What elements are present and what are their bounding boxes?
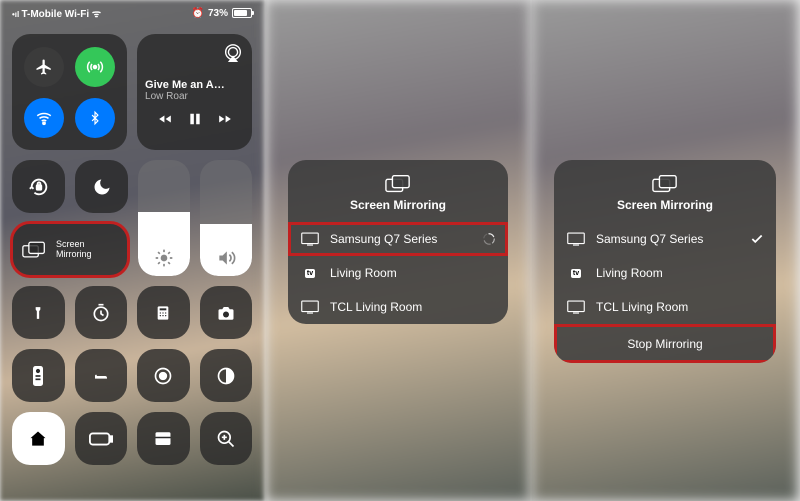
camera-icon bbox=[215, 304, 237, 322]
screen-mirroring-popup: Screen Mirroring Samsung Q7 Series tv Li… bbox=[554, 160, 776, 363]
popup-title: Screen Mirroring bbox=[350, 198, 446, 212]
record-icon bbox=[153, 366, 173, 386]
song-title: Give Me an A… bbox=[145, 79, 244, 91]
cellular-toggle[interactable] bbox=[75, 47, 115, 87]
song-artist: Low Roar bbox=[145, 91, 188, 102]
brightness-icon bbox=[154, 248, 174, 268]
screen-mirroring-button[interactable]: Screen Mirroring bbox=[12, 223, 128, 276]
status-bar: •ıl T-Mobile Wi-Fi ᯤ ⏰ 73% bbox=[0, 0, 264, 26]
airplane-mode-toggle[interactable] bbox=[24, 47, 64, 87]
timer-icon bbox=[91, 303, 111, 323]
appletv-icon: tv bbox=[566, 269, 586, 278]
device-name: Samsung Q7 Series bbox=[330, 232, 437, 246]
do-not-disturb-button[interactable] bbox=[75, 160, 128, 213]
calculator-icon bbox=[155, 303, 171, 323]
device-name: TCL Living Room bbox=[330, 300, 422, 314]
screenshot-control-center: •ıl T-Mobile Wi-Fi ᯤ ⏰ 73% bbox=[0, 0, 266, 501]
now-playing-module[interactable]: Give Me an A… Low Roar bbox=[137, 34, 252, 150]
calculator-button[interactable] bbox=[137, 286, 190, 339]
cellular-icon bbox=[86, 58, 104, 76]
device-row-living-room[interactable]: tv Living Room bbox=[554, 256, 776, 290]
screen-mirroring-popup: Screen Mirroring Samsung Q7 Series tv Li… bbox=[288, 160, 508, 324]
bed-icon bbox=[89, 368, 113, 384]
alarm-icon: ⏰ bbox=[192, 8, 204, 19]
screen-mirroring-icon bbox=[385, 174, 411, 194]
wallet-button[interactable] bbox=[137, 412, 190, 465]
airplay-icon[interactable] bbox=[222, 42, 244, 64]
carrier-label: •ıl T-Mobile Wi-Fi ᯤ bbox=[12, 6, 101, 20]
popup-title: Screen Mirroring bbox=[617, 198, 713, 212]
device-row-samsung[interactable]: Samsung Q7 Series bbox=[288, 222, 508, 256]
moon-icon bbox=[92, 177, 112, 197]
orientation-lock-icon bbox=[28, 176, 50, 198]
wallet-icon bbox=[152, 430, 174, 448]
stop-mirroring-button[interactable]: Stop Mirroring bbox=[554, 324, 776, 363]
device-row-living-room[interactable]: tv Living Room bbox=[288, 256, 508, 290]
airplane-icon bbox=[35, 58, 53, 76]
device-name: Samsung Q7 Series bbox=[596, 232, 703, 246]
magnifier-button[interactable] bbox=[200, 412, 253, 465]
low-power-button[interactable] bbox=[75, 412, 128, 465]
device-row-tcl[interactable]: TCL Living Room bbox=[288, 290, 508, 324]
screen-mirroring-icon bbox=[22, 240, 46, 260]
dark-mode-icon bbox=[216, 366, 236, 386]
connectivity-module[interactable] bbox=[12, 34, 127, 150]
device-name: Living Room bbox=[596, 266, 663, 280]
timer-button[interactable] bbox=[75, 286, 128, 339]
wifi-toggle[interactable] bbox=[24, 98, 64, 138]
camera-button[interactable] bbox=[200, 286, 253, 339]
play-pause-button[interactable] bbox=[188, 112, 202, 126]
flashlight-icon bbox=[31, 302, 45, 324]
orientation-lock-button[interactable] bbox=[12, 160, 65, 213]
bluetooth-icon bbox=[88, 109, 102, 127]
device-name: TCL Living Room bbox=[596, 300, 688, 314]
screen-mirroring-icon bbox=[652, 174, 678, 194]
loading-spinner-icon bbox=[482, 232, 496, 246]
bluetooth-toggle[interactable] bbox=[75, 98, 115, 138]
device-row-tcl[interactable]: TCL Living Room bbox=[554, 290, 776, 324]
volume-slider[interactable] bbox=[200, 160, 252, 276]
remote-icon bbox=[33, 365, 43, 387]
screenshot-mirroring-connecting: Screen Mirroring Samsung Q7 Series tv Li… bbox=[266, 0, 532, 501]
dark-mode-button[interactable] bbox=[200, 349, 253, 402]
device-row-samsung[interactable]: Samsung Q7 Series bbox=[554, 222, 776, 256]
home-icon bbox=[28, 429, 48, 449]
brightness-slider[interactable] bbox=[138, 160, 190, 276]
tv-icon bbox=[566, 300, 586, 314]
battery-icon bbox=[232, 8, 252, 18]
tv-icon bbox=[566, 232, 586, 246]
battery-pct: 73% bbox=[208, 8, 228, 19]
prev-track-button[interactable] bbox=[156, 112, 174, 126]
next-track-button[interactable] bbox=[216, 112, 234, 126]
battery-icon bbox=[89, 432, 113, 446]
appletv-icon: tv bbox=[300, 269, 320, 278]
screenshot-mirroring-connected: Screen Mirroring Samsung Q7 Series tv Li… bbox=[532, 0, 798, 501]
magnifier-icon bbox=[216, 429, 236, 449]
screen-mirroring-label: Screen Mirroring bbox=[56, 240, 92, 260]
device-name: Living Room bbox=[330, 266, 397, 280]
flashlight-button[interactable] bbox=[12, 286, 65, 339]
sleep-button[interactable] bbox=[75, 349, 128, 402]
home-button[interactable] bbox=[12, 412, 65, 465]
tv-icon bbox=[300, 232, 320, 246]
wifi-icon bbox=[35, 109, 53, 127]
stop-mirroring-label: Stop Mirroring bbox=[627, 337, 702, 351]
remote-button[interactable] bbox=[12, 349, 65, 402]
volume-icon bbox=[216, 248, 236, 268]
tv-icon bbox=[300, 300, 320, 314]
record-button[interactable] bbox=[137, 349, 190, 402]
checkmark-icon bbox=[750, 232, 764, 246]
